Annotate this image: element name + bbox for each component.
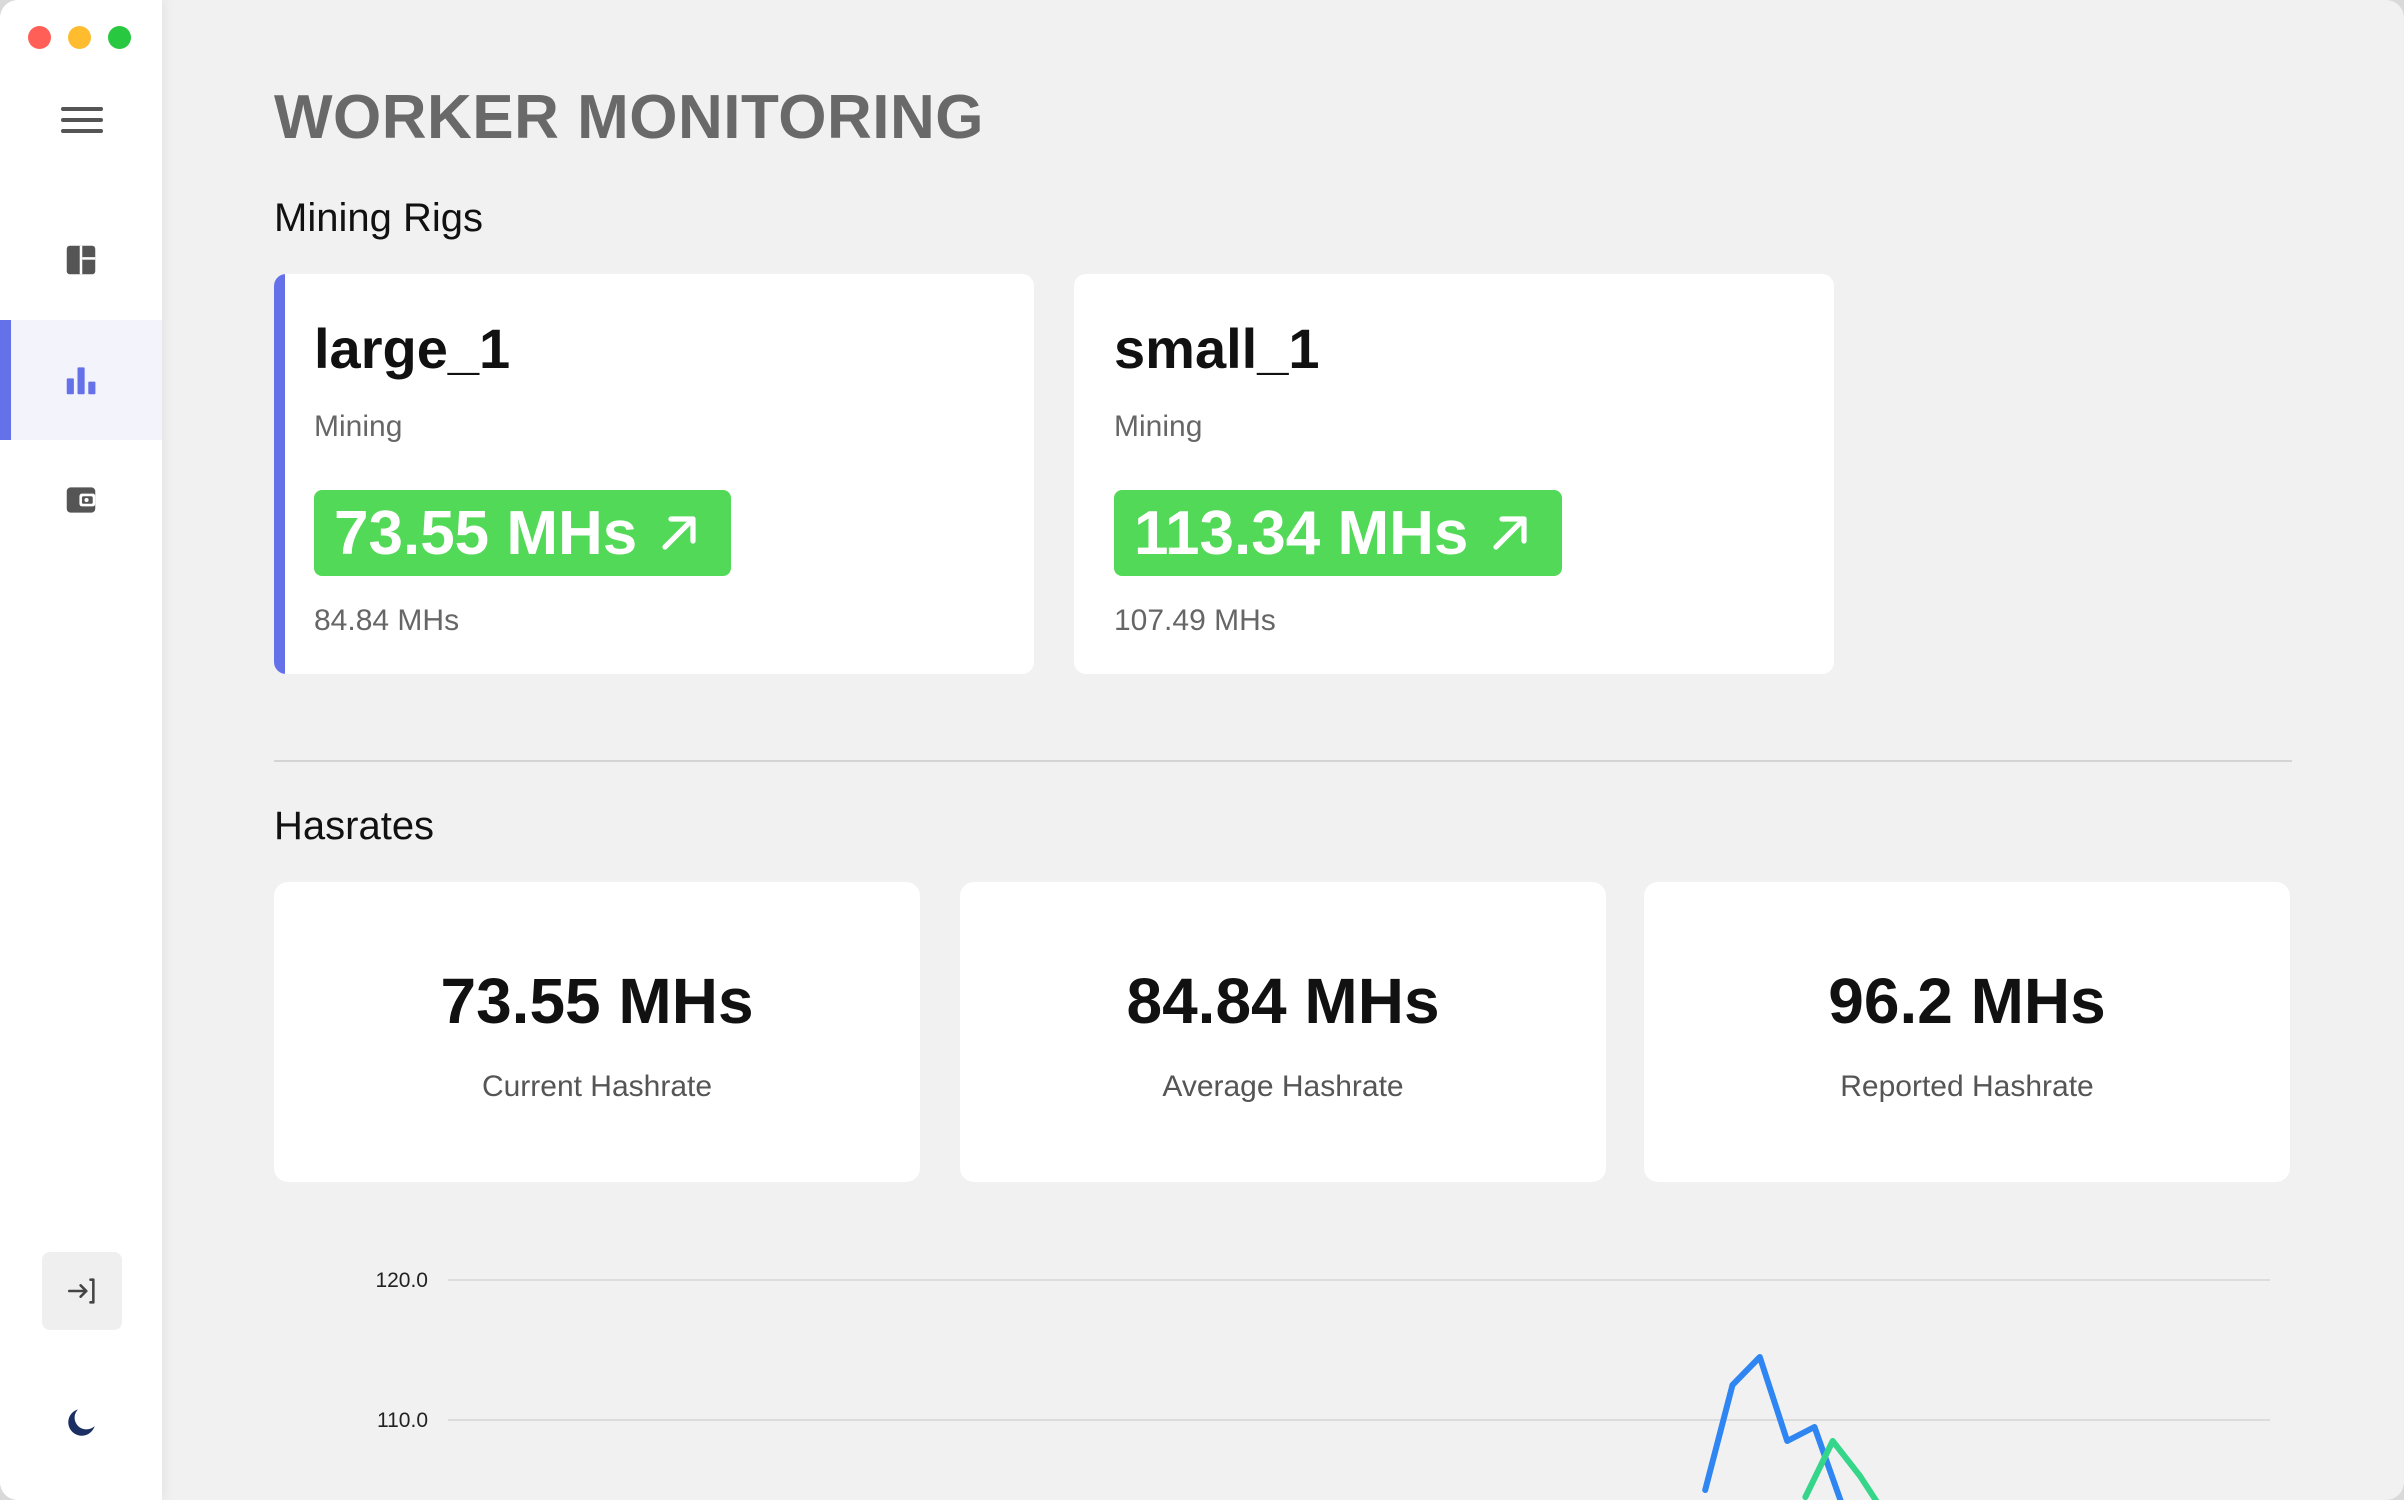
series-line-2 <box>1802 1438 1880 1500</box>
arrow-up-right-icon <box>1493 516 1527 550</box>
current-hashrate-badge: 113.34 MHs <box>1114 490 1563 576</box>
stat-value: 84.84 MHs <box>1126 965 1440 1037</box>
reported-hashrate-card: 96.2 MHs Reported Hashrate <box>1644 882 2290 1182</box>
y-tick-label: 120.0 <box>375 1269 428 1292</box>
rig-name: large_1 <box>314 317 511 380</box>
current-hashrate-card: 73.55 MHs Current Hashrate <box>274 882 920 1182</box>
main-content: WORKER MONITORING Mining Rigs large_1 Mi… <box>162 0 2404 1500</box>
rig-card-small-1[interactable]: small_1 Mining 113.34 MHs 107.49 MHs <box>1074 274 1834 674</box>
wallet-icon <box>66 487 96 513</box>
hamburger-menu-icon[interactable] <box>58 104 106 136</box>
mining-rigs-heading: Mining Rigs <box>274 196 483 240</box>
series-line-1 <box>1702 1354 1844 1500</box>
logout-button[interactable] <box>42 1252 122 1330</box>
section-divider <box>274 760 2292 762</box>
sidebar <box>0 0 162 1500</box>
bar-chart-icon <box>66 367 96 395</box>
rig-average-hashrate: 107.49 MHs <box>1114 604 1276 637</box>
rig-status: Mining <box>1114 410 1203 443</box>
app-window: WORKER MONITORING Mining Rigs large_1 Mi… <box>0 0 2404 1500</box>
close-window-button[interactable] <box>28 26 51 49</box>
stat-value: 73.55 MHs <box>440 965 754 1037</box>
window-controls <box>28 26 131 49</box>
sidebar-item-dashboard[interactable] <box>0 200 162 320</box>
theme-toggle-button[interactable] <box>60 1400 104 1444</box>
sidebar-item-wallet[interactable] <box>0 440 162 560</box>
rig-card-large-1[interactable]: large_1 Mining 73.55 MHs 84.84 MHs <box>274 274 1034 674</box>
sidebar-item-hashrate[interactable] <box>0 320 162 440</box>
stat-label: Current Hashrate <box>481 1070 713 1103</box>
arrow-up-right-icon <box>662 516 696 550</box>
zoom-window-button[interactable] <box>108 26 131 49</box>
rig-average-hashrate: 84.84 MHs <box>314 604 460 637</box>
minimize-window-button[interactable] <box>68 26 91 49</box>
stat-label: Reported Hashrate <box>1840 1070 2094 1103</box>
rig-status: Mining <box>314 410 403 443</box>
current-hashrate-value: 113.34 MHs <box>1134 498 1469 568</box>
stat-value: 96.2 MHs <box>1828 965 2106 1037</box>
logout-icon <box>67 1278 95 1304</box>
current-hashrate-badge: 73.55 MHs <box>314 490 732 576</box>
dashboard-icon <box>66 245 96 275</box>
y-tick-label: 110.0 <box>377 1409 428 1432</box>
hashrates-heading: Hasrates <box>274 804 435 848</box>
hashrate-chart-svg: 120.0 110.0 <box>375 1269 2270 1500</box>
page-title: WORKER MONITORING <box>274 83 984 152</box>
moon-icon <box>68 1409 95 1436</box>
current-hashrate-value: 73.55 MHs <box>334 498 638 568</box>
rig-name: small_1 <box>1114 317 1320 380</box>
stat-label: Average Hashrate <box>1162 1070 1404 1103</box>
hashrate-chart: 120.0 110.0 <box>274 1240 2292 1500</box>
average-hashrate-card: 84.84 MHs Average Hashrate <box>960 882 1606 1182</box>
